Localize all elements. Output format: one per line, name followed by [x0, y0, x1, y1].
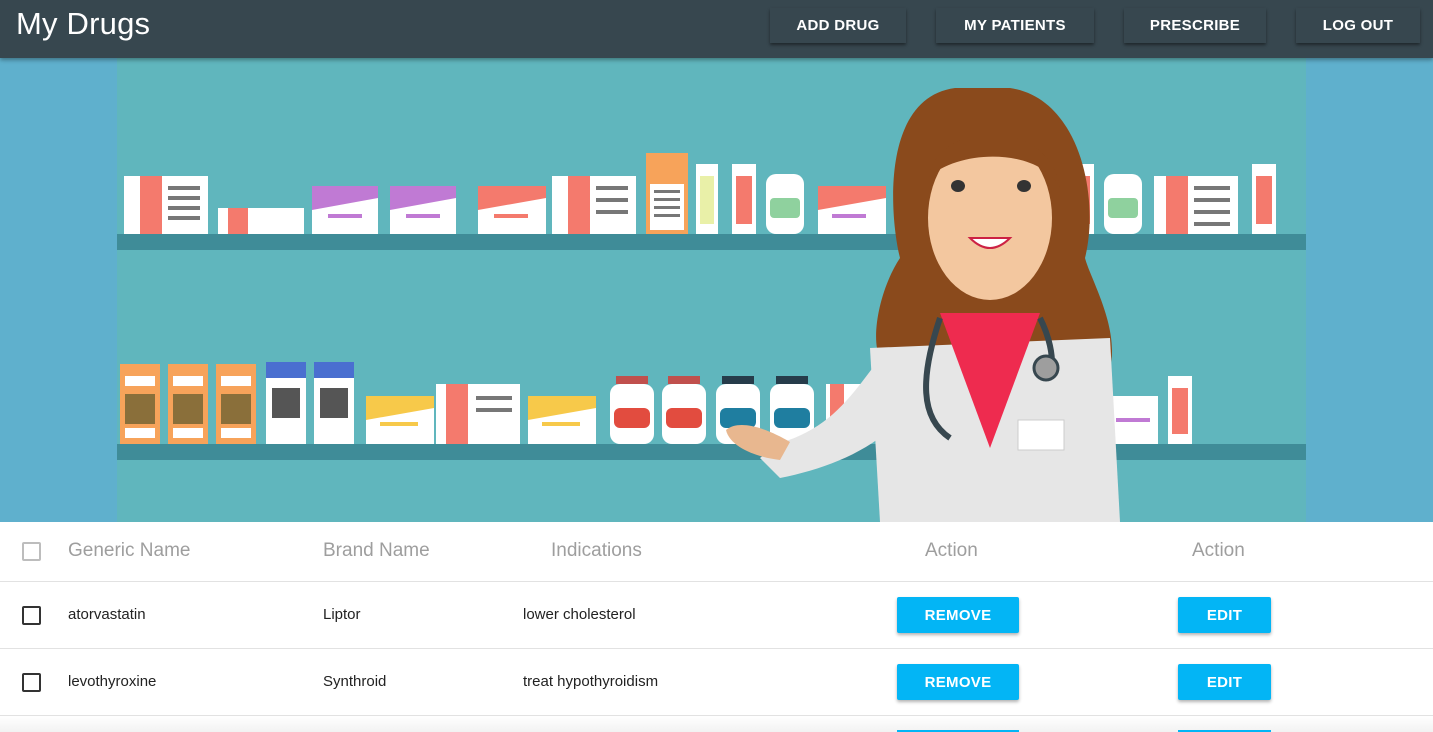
header-indications[interactable]: Indications: [551, 540, 642, 562]
my-patients-button[interactable]: MY PATIENTS: [936, 8, 1094, 43]
prescribe-button[interactable]: PRESCRIBE: [1124, 8, 1266, 43]
table-row: levothyroxine Synthroid treat hypothyroi…: [0, 649, 1433, 716]
table-header: Generic Name Brand Name Indications Acti…: [0, 522, 1433, 582]
remove-button[interactable]: REMOVE: [897, 664, 1019, 700]
header-brand-name[interactable]: Brand Name: [323, 540, 430, 562]
header-action-edit: Action: [1192, 540, 1245, 561]
scroll-fade: [0, 716, 1433, 732]
cell-generic-name: levothyroxine: [68, 673, 157, 690]
table-row: atorvastatin Liptor lower cholesterol RE…: [0, 582, 1433, 649]
cell-brand-name: Liptor: [323, 606, 361, 623]
cell-indications: lower cholesterol: [523, 606, 636, 623]
edit-button[interactable]: EDIT: [1178, 664, 1271, 700]
remove-button[interactable]: REMOVE: [897, 597, 1019, 633]
edit-button[interactable]: EDIT: [1178, 597, 1271, 633]
row-checkbox[interactable]: [22, 673, 41, 692]
select-all-checkbox[interactable]: [22, 542, 41, 561]
log-out-button[interactable]: LOG OUT: [1296, 8, 1420, 43]
header-generic-name[interactable]: Generic Name: [68, 540, 191, 562]
drug-table: Generic Name Brand Name Indications Acti…: [0, 522, 1433, 716]
cell-generic-name: atorvastatin: [68, 606, 146, 623]
page-title: My Drugs: [16, 6, 151, 41]
cell-indications: treat hypothyroidism: [523, 673, 659, 690]
app-bar: My Drugs ADD DRUG MY PATIENTS PRESCRIBE …: [0, 0, 1433, 58]
hero-banner: [0, 58, 1433, 522]
cell-brand-name: Synthroid: [323, 673, 387, 690]
header-action-remove: Action: [925, 540, 978, 561]
row-checkbox[interactable]: [22, 606, 41, 625]
pharmacist-illustration: [0, 58, 1433, 522]
add-drug-button[interactable]: ADD DRUG: [770, 8, 906, 43]
